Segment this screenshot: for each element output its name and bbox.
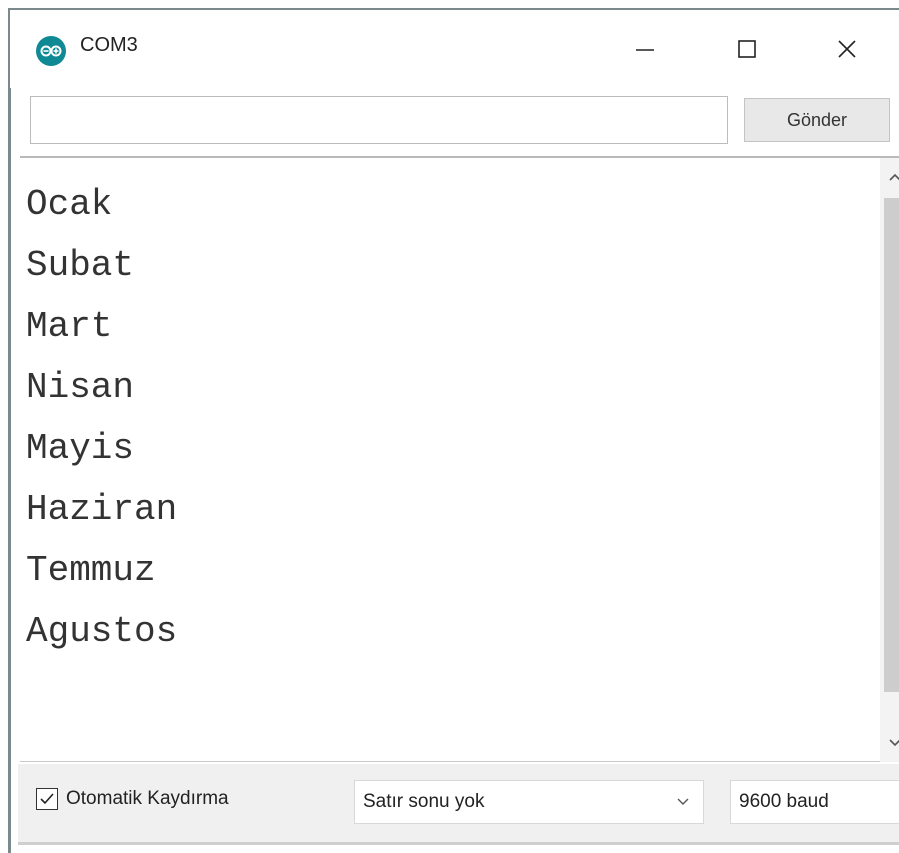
send-row: Gönder [18,92,899,150]
output-line: Mayis [26,428,135,469]
checkmark-icon [40,793,54,805]
maximize-icon [738,40,756,58]
close-button[interactable] [812,24,882,74]
arduino-icon [36,36,66,66]
scroll-down-button[interactable] [880,728,899,758]
chevron-down-icon [889,739,899,747]
output-lines: Ocak Subat Mart Nisan Mayis Haziran Temm… [26,174,177,662]
bottom-border [18,842,899,845]
minimize-icon [636,49,654,51]
scroll-thumb[interactable] [884,198,899,692]
line-ending-select[interactable]: Satır sonu yok [354,780,704,824]
send-button[interactable]: Gönder [744,98,890,142]
chevron-down-icon [677,798,689,805]
scroll-up-button[interactable] [880,162,899,192]
output-line: Temmuz [26,550,156,591]
output-line: Mart [26,306,113,347]
serial-output: Ocak Subat Mart Nisan Mayis Haziran Temm… [20,156,899,762]
baud-rate-select[interactable]: 9600 baud [730,780,899,824]
minimize-button[interactable] [610,24,680,74]
chevron-up-icon [889,173,899,181]
autoscroll-label: Otomatik Kaydırma [66,788,229,809]
status-bar: Otomatik Kaydırma Satır sonu yok 9600 ba… [18,764,899,842]
autoscroll-toggle[interactable]: Otomatik Kaydırma [36,788,229,810]
autoscroll-checkbox[interactable] [36,788,58,810]
send-input[interactable] [30,96,728,144]
close-icon [838,40,856,58]
window-title: COM3 [80,34,138,56]
output-line: Haziran [26,489,178,530]
line-ending-value: Satır sonu yok [363,791,485,812]
output-line: Subat [26,245,135,286]
maximize-button[interactable] [712,24,782,74]
output-line: Nisan [26,367,135,408]
baud-rate-value: 9600 baud [739,791,829,812]
vertical-scrollbar[interactable] [880,158,899,762]
output-line: Ocak [26,184,113,225]
output-line: Agustos [26,611,178,652]
